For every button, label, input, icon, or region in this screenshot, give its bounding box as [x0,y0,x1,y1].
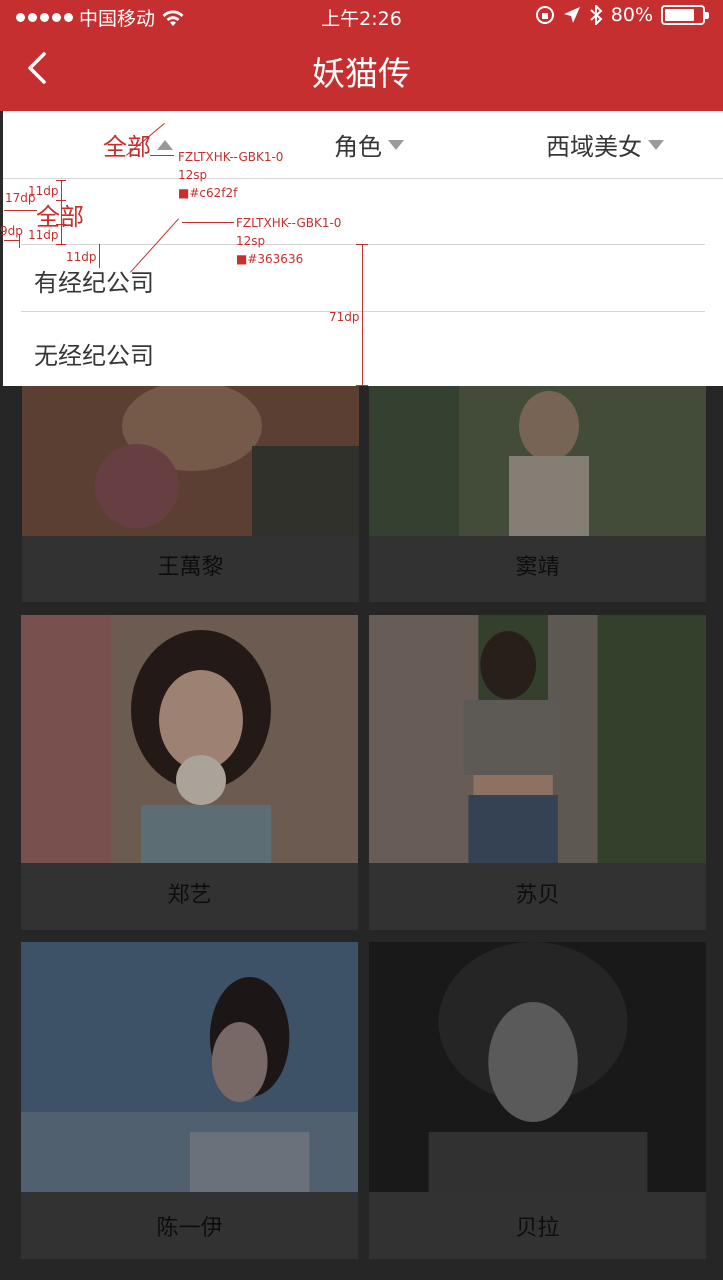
annotation-dimension-line [4,210,37,211]
filter-all-label: 全部 [103,133,151,161]
annotation-tick [56,200,66,201]
dropdown-item-with-agency[interactable]: 有经纪公司 [34,263,154,298]
annotation-dim: 17dp [5,191,36,205]
annotation-dimension-line [362,244,363,386]
annotation-font-normal: FZLTXHK--GBK1-0 12sp ■#363636 [236,216,342,266]
annotation-dimension-line [61,180,62,244]
annotation-tick [56,224,66,225]
status-right: 80% [535,4,709,26]
dim-overlay[interactable] [0,386,723,1280]
orientation-lock-icon [535,6,554,24]
filter-role-label: 角色 [334,133,382,161]
annotation-dimension-line [99,244,100,268]
app-header: 中国移动 上午2:26 80% 妖猫传 [0,0,723,111]
filter-role[interactable]: 角色 [334,127,404,162]
annotation-leader [182,222,234,223]
annotation-tick [19,234,20,248]
annotation-tick [56,244,66,245]
status-bar: 中国移动 上午2:26 80% [0,0,723,34]
annotation-dim: 11dp [28,228,59,242]
triangle-down-icon [388,139,404,150]
triangle-up-icon [157,139,173,150]
annotation-tick [56,180,66,181]
annotation-dim: 71dp [329,310,360,324]
filter-western-beauty-label: 西域美女 [546,133,642,161]
dropdown-item-without-agency[interactable]: 无经纪公司 [34,336,154,371]
battery-icon [661,5,709,25]
triangle-down-icon [648,139,664,150]
annotation-dim: 11dp [66,250,97,264]
filter-dropdown: 全部 有经纪公司 无经纪公司 [3,178,723,386]
filter-western-beauty[interactable]: 西域美女 [546,127,664,162]
battery-percent: 80% [610,4,653,26]
annotation-tick [356,244,368,245]
nav-bar: 妖猫传 [0,34,723,111]
bluetooth-icon [590,5,603,25]
page-title: 妖猫传 [312,54,411,93]
annotation-dimension-line [4,240,20,241]
divider [21,311,705,312]
annotation-font-active: FZLTXHK--GBK1-0 12sp ■#c62f2f [178,150,284,200]
annotation-leader [150,155,174,156]
filter-bar: 全部 角色 西域美女 [3,111,723,178]
location-icon [563,7,580,23]
